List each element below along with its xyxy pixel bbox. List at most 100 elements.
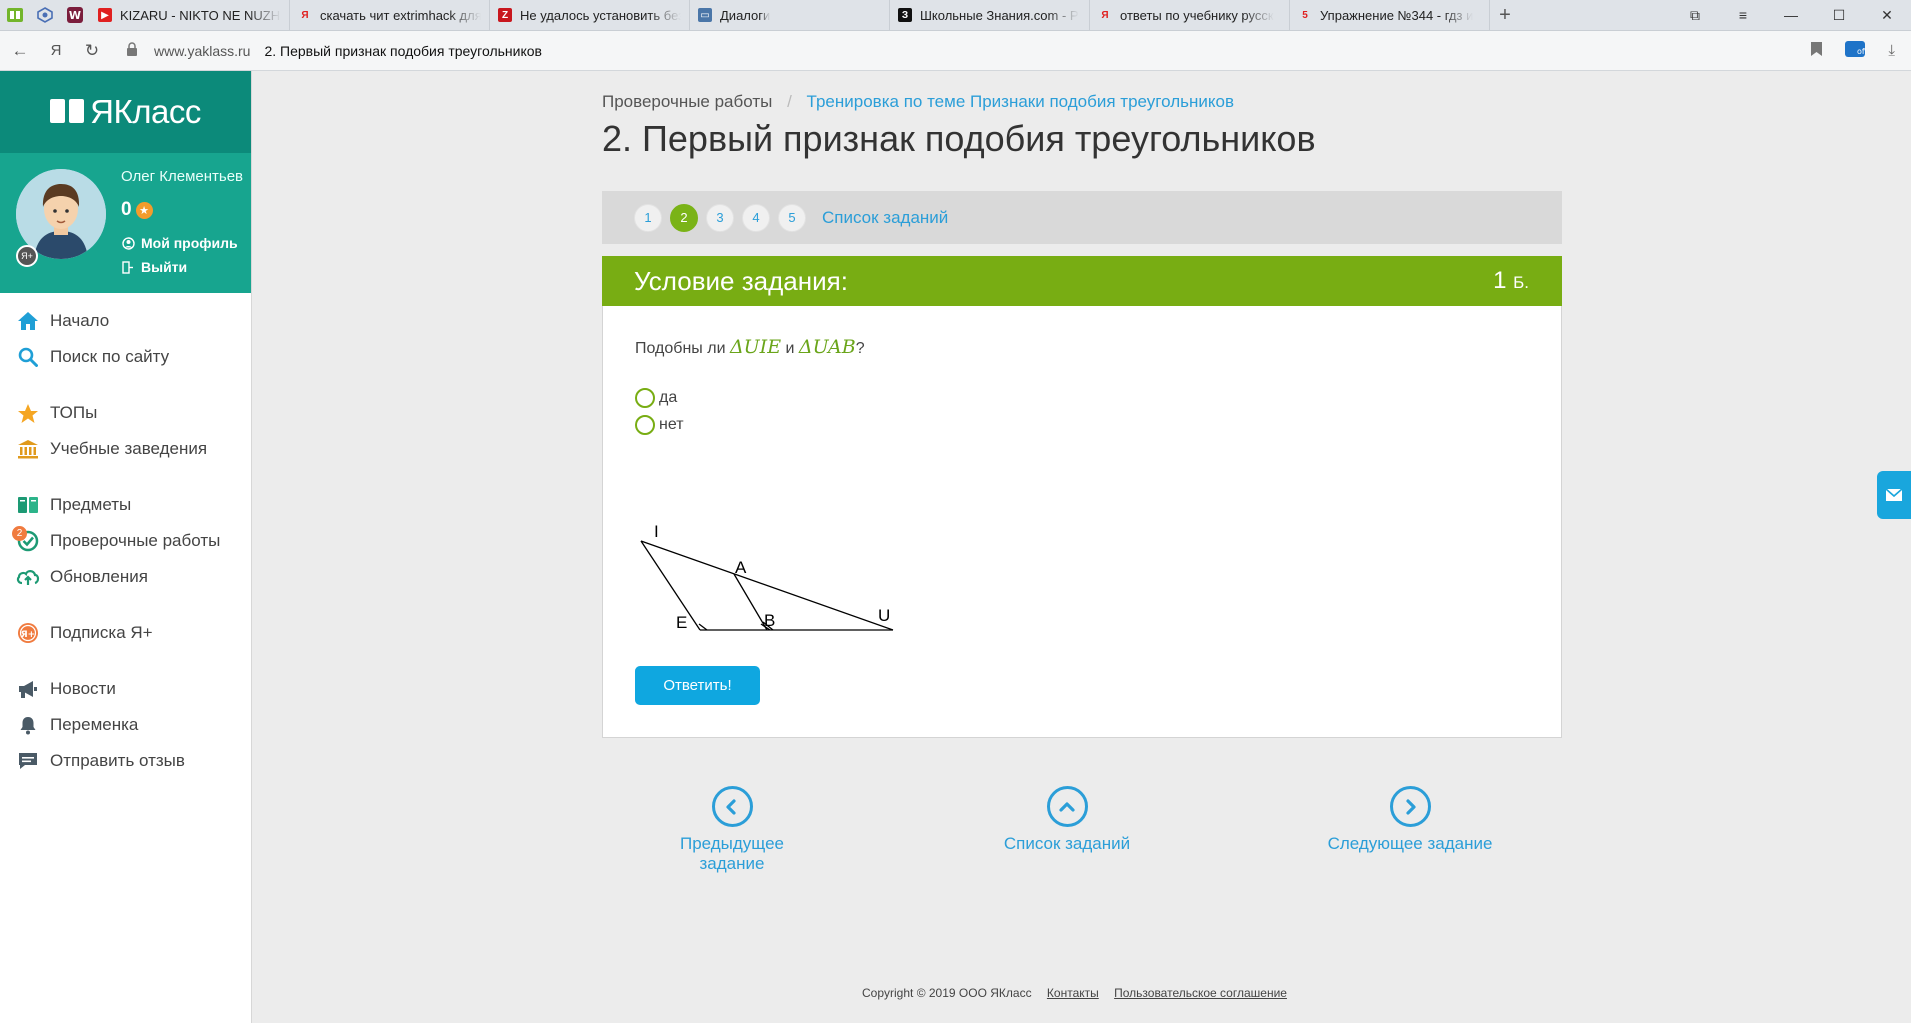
task-points-unit: Б. — [1513, 273, 1529, 292]
notification-badge: 2 — [12, 526, 27, 541]
breadcrumb-root[interactable]: Проверочные работы — [602, 92, 772, 111]
sidebar-item-label: Переменка — [50, 715, 139, 734]
tab-title: Диалоги — [720, 7, 771, 23]
browser-tab[interactable]: ▶ KIZARU - NIKTO NE NUZHE — [90, 0, 290, 31]
profile-link[interactable]: Мой профиль — [121, 235, 238, 251]
task-number-button-active[interactable]: 2 — [670, 203, 698, 232]
bookmark-icon[interactable] — [1811, 41, 1823, 60]
lock-icon[interactable] — [126, 42, 142, 59]
sidebar-item-tests[interactable]: 2 Проверочные работы — [0, 523, 251, 559]
pinned-tab-icon[interactable]: W — [60, 0, 90, 31]
sidebar-item-label: ТОПы — [50, 403, 98, 422]
yandex-home-icon[interactable]: Я — [40, 35, 72, 67]
task-list-link[interactable]: Список заданий — [822, 208, 948, 228]
tab-title: ответы по учебнику русск — [1120, 7, 1274, 23]
pinned-tab-icon[interactable] — [30, 0, 60, 31]
answer-option[interactable]: нет — [635, 415, 684, 435]
vk-icon: ▭ — [698, 8, 712, 22]
contacts-link[interactable]: Контакты — [1047, 986, 1099, 1000]
sidebar-item-home[interactable]: Начало — [0, 303, 251, 339]
user-agreement-link[interactable]: Пользовательское соглашение — [1114, 986, 1287, 1000]
task-list-bottom-label[interactable]: Список заданий — [1004, 834, 1130, 853]
sidebar-item-subjects[interactable]: Предметы — [0, 487, 251, 523]
prev-task-label[interactable]: Предыдущее задание — [680, 834, 784, 873]
sidebar-item-feedback[interactable]: Отправить отзыв — [0, 743, 251, 779]
task-list-bottom-link[interactable]: Список заданий — [997, 786, 1137, 854]
triangle-notation: ΔUAB — [798, 336, 856, 358]
chevron-up-icon[interactable] — [1046, 786, 1088, 827]
menu-icon[interactable]: ≡ — [1719, 0, 1767, 31]
sidebar-item-label: Подписка Я+ — [50, 623, 153, 642]
user-name[interactable]: Олег Клементьев — [121, 168, 243, 185]
sidebar-menu: Начало Поиск по сайту ТОПы Учебные завед… — [0, 293, 251, 779]
task-number-button[interactable]: 4 — [742, 203, 770, 232]
sidebar-item-search[interactable]: Поиск по сайту — [0, 339, 251, 375]
url-field[interactable]: www.yaklass.ru 2. Первый признак подобия… — [126, 36, 1811, 66]
task-number-button[interactable]: 5 — [778, 203, 806, 232]
copyright: Copyright © 2019 ООО ЯКласс — [862, 986, 1032, 1000]
sidebar-item-institutions[interactable]: Учебные заведения — [0, 431, 251, 467]
books-icon — [16, 493, 40, 517]
task-number-button[interactable]: 1 — [634, 203, 662, 232]
sidebar-item-updates[interactable]: Обновления — [0, 559, 251, 595]
feedback-mail-tab[interactable] — [1877, 471, 1911, 519]
browser-tab[interactable]: ▭ Диалоги — [690, 0, 890, 31]
new-tab-icon[interactable]: + — [1490, 0, 1520, 31]
sidebar-item-news[interactable]: Новости — [0, 671, 251, 707]
points-value: 0 — [121, 199, 132, 220]
back-icon[interactable]: ← — [4, 35, 36, 67]
tab-title: Упражнение №344 - гдз и — [1320, 7, 1474, 23]
task-header-title: Условие задания: — [634, 265, 848, 296]
question-prefix: Подобны ли — [635, 340, 730, 357]
triangle-figure: I A E B U — [640, 522, 894, 631]
next-task-label[interactable]: Следующее задание — [1328, 834, 1493, 853]
prev-task-link[interactable]: Предыдущее задание — [647, 786, 817, 874]
task-number-button[interactable]: 3 — [706, 203, 734, 232]
logout-link-label: Выйти — [141, 259, 188, 275]
answer-option-label: нет — [659, 416, 684, 433]
browser-tab[interactable]: Я скачать чит extrimhack для — [290, 0, 490, 31]
answer-option[interactable]: да — [635, 388, 677, 408]
svg-text:W: W — [69, 9, 81, 22]
radio-button[interactable] — [635, 388, 655, 408]
chevron-left-icon[interactable] — [711, 786, 753, 827]
tab-title: KIZARU - NIKTO NE NUZHE — [120, 7, 281, 23]
sidebar-item-tops[interactable]: ТОПы — [0, 395, 251, 431]
answer-option-label: да — [659, 389, 678, 406]
logo-text: ЯКласс — [90, 93, 201, 130]
task-points-value: 1 — [1493, 267, 1507, 294]
browser-tab[interactable]: 5 Упражнение №344 - гдз и — [1290, 0, 1490, 31]
home-icon — [16, 309, 40, 333]
tab-title: скачать чит extrimhack для — [320, 7, 481, 23]
search-icon — [16, 345, 40, 369]
submit-answer-button[interactable]: Ответить! — [635, 666, 760, 705]
download-icon[interactable]: ⤓ — [1888, 42, 1895, 59]
page-title: 2. Первый признак подобия треугольников — [602, 118, 1316, 159]
sidebar-item-label: Проверочные работы — [50, 531, 221, 550]
sidebar-item-subscription[interactable]: Я+ Подписка Я+ — [0, 615, 251, 651]
breadcrumb-link[interactable]: Тренировка по теме Признаки подобия треу… — [807, 92, 1234, 111]
browser-tab[interactable]: Z Не удалось установить без — [490, 0, 690, 31]
logout-link[interactable]: Выйти — [121, 259, 187, 275]
browser-tab[interactable]: Я ответы по учебнику русск — [1090, 0, 1290, 31]
address-bar: ← Я ↻ www.yaklass.ru 2. Первый признак п… — [0, 31, 1911, 71]
tabs-overview-icon[interactable]: ⧉ — [1671, 0, 1719, 31]
sidebar-item-label: Учебные заведения — [50, 439, 208, 458]
sidebar-item-break[interactable]: Переменка — [0, 707, 251, 743]
reload-icon[interactable]: ↻ — [76, 35, 108, 67]
footer: Copyright © 2019 ООО ЯКласс Контакты Пол… — [862, 986, 1287, 1000]
svg-text:off: off — [1857, 47, 1866, 56]
extension-icon[interactable]: off — [1844, 39, 1868, 63]
sidebar-item-label: Предметы — [50, 495, 132, 514]
institution-icon — [16, 437, 40, 461]
logo[interactable]: ЯКласс — [0, 71, 251, 153]
next-task-link[interactable]: Следующее задание — [1325, 786, 1495, 854]
browser-tab[interactable]: З Школьные Знания.com - Р — [890, 0, 1090, 31]
minimize-icon[interactable]: — — [1767, 0, 1815, 31]
maximize-icon[interactable]: ☐ — [1815, 0, 1863, 31]
close-icon[interactable]: ✕ — [1863, 0, 1911, 31]
chevron-right-icon[interactable] — [1389, 786, 1431, 827]
browser-menu-icon[interactable] — [0, 0, 30, 31]
radio-button[interactable] — [635, 415, 655, 435]
main-content: Проверочные работы / Тренировка по теме … — [252, 71, 1911, 1023]
